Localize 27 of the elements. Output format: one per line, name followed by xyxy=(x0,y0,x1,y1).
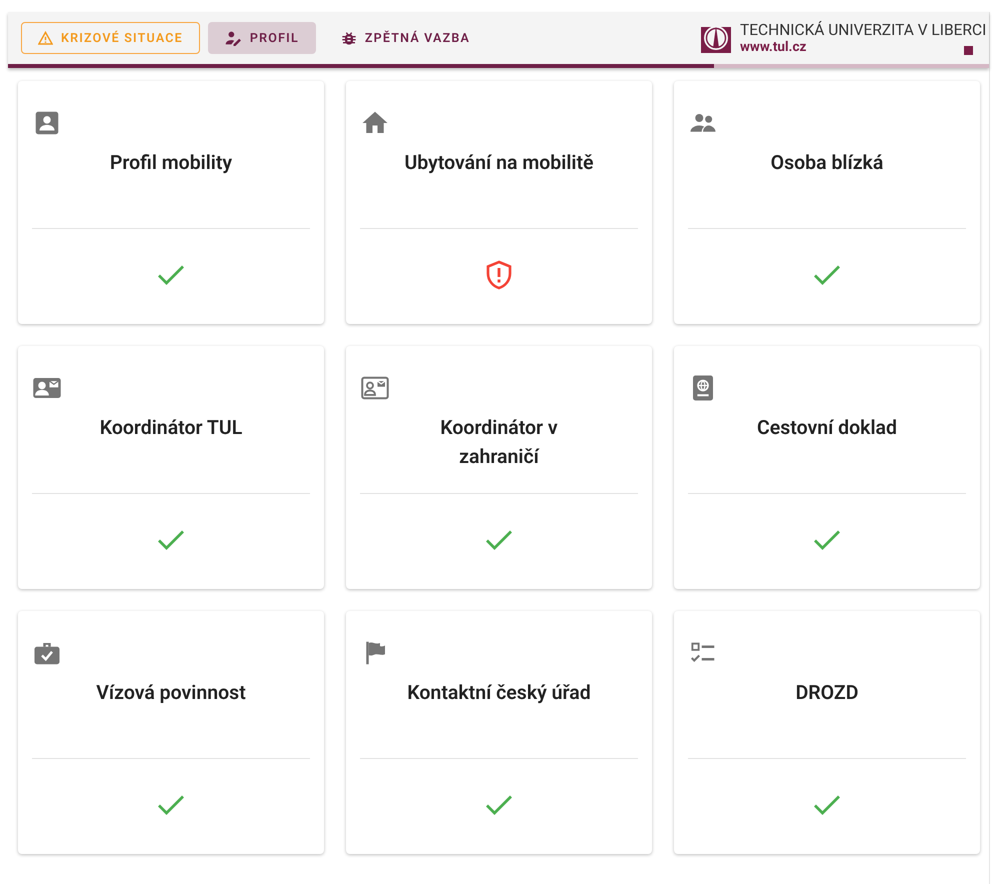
mobility-card[interactable]: Koordinátor v zahraničí xyxy=(346,346,652,589)
card-title: Vízová povinnost xyxy=(95,680,247,706)
logo-square-icon xyxy=(964,46,973,55)
warning-icon xyxy=(38,31,53,45)
card-title: Osoba blízká xyxy=(770,150,884,176)
nav-button[interactable]: ZPĚTNÁ VAZBA xyxy=(324,22,488,54)
nav-button[interactable]: PROFIL xyxy=(208,22,316,54)
card-title: Cestovní doklad xyxy=(756,415,898,441)
mobility-card[interactable]: Profil mobility xyxy=(18,81,324,324)
mobility-card[interactable]: Kontaktní český úřad xyxy=(346,611,652,854)
card-title: Kontaktní český úřad xyxy=(406,680,592,706)
mobility-card[interactable]: Ubytování na mobilitě xyxy=(346,81,652,324)
bug-icon xyxy=(340,30,357,46)
university-name: TECHNICKÁ UNIVERZITA V LIBERCI xyxy=(740,21,986,39)
mobility-card[interactable]: Vízová povinnost xyxy=(18,611,324,854)
mobility-card[interactable]: Koordinátor TUL xyxy=(18,346,324,589)
card-title: DROZD xyxy=(794,680,860,706)
logo-icon xyxy=(700,22,732,54)
card-title: Koordinátor TUL xyxy=(98,415,244,441)
person-edit-icon xyxy=(224,30,242,46)
website-link[interactable]: www.tul.cz xyxy=(740,39,986,55)
card-title: Ubytování na mobilitě xyxy=(404,150,594,176)
mobility-card[interactable]: DROZD xyxy=(674,611,980,854)
mobility-card[interactable]: Cestovní doklad xyxy=(674,346,980,589)
card-title: Koordinátor v zahraničí xyxy=(439,415,559,470)
card-title: Profil mobility xyxy=(108,150,234,176)
mobility-card[interactable]: Osoba blízká xyxy=(674,81,980,324)
